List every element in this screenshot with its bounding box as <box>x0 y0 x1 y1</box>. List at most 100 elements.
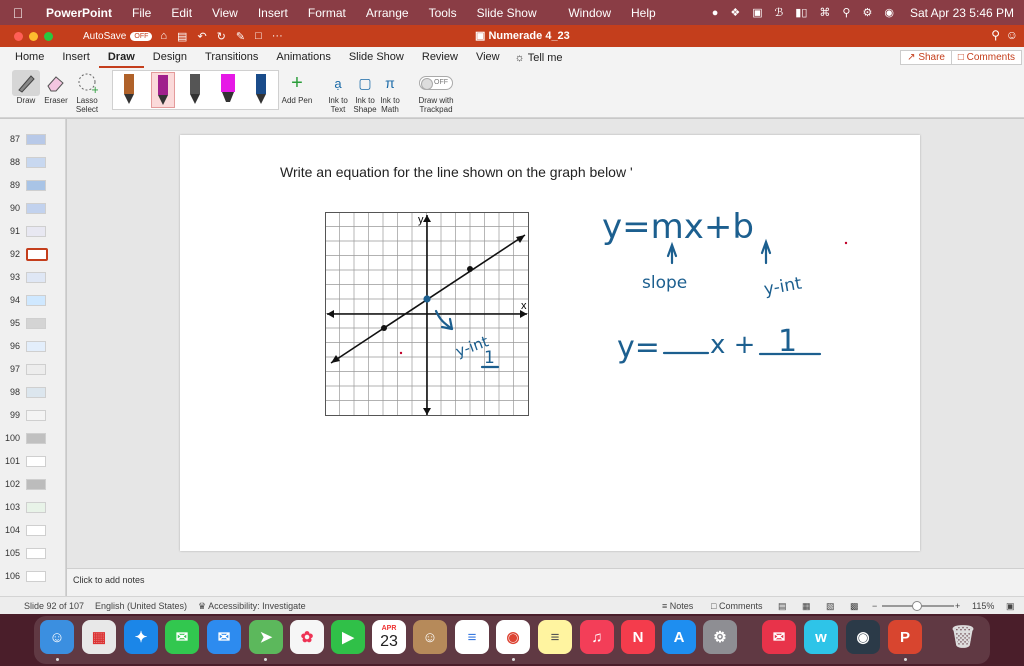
slide-thumbnail-97[interactable]: 97 <box>0 359 65 379</box>
slide-thumbnail-image[interactable] <box>26 524 46 536</box>
reading-view-icon[interactable]: ▧ <box>826 601 835 612</box>
tab-transitions[interactable]: Transitions <box>196 47 267 68</box>
slide-thumbnail-image[interactable] <box>26 202 46 214</box>
battery-icon[interactable]: ▮▯ <box>789 6 813 19</box>
slide-thumbnail-image[interactable] <box>26 478 46 490</box>
facetime-icon[interactable]: ▶ <box>331 620 365 654</box>
notes-toggle[interactable]: ≡ Notes <box>662 601 693 611</box>
record-icon[interactable]: ● <box>706 7 725 19</box>
screen-icon[interactable]: ▣ <box>746 6 768 19</box>
finder-icon[interactable]: ☺ <box>40 620 74 654</box>
zoom-out-button[interactable]: − <box>872 601 877 611</box>
title-search-icon[interactable]: ⚲ <box>991 28 1000 42</box>
slide-thumbnail-105[interactable]: 105 <box>0 543 65 563</box>
menu-slide-show[interactable]: Slide Show <box>467 6 547 20</box>
slide-thumbnail-91[interactable]: 91 <box>0 221 65 241</box>
new-doc-icon[interactable]: □ <box>255 30 262 43</box>
slide-thumbnail-104[interactable]: 104 <box>0 520 65 540</box>
system-preferences-icon[interactable]: ⚙ <box>703 620 737 654</box>
launchpad-icon[interactable]: ▦ <box>82 620 116 654</box>
preview-icon[interactable]: ◉ <box>846 620 880 654</box>
accessibility-status[interactable]: ♛ Accessibility: Investigate <box>198 601 306 612</box>
menubar-datetime[interactable]: Sat Apr 23 5:46 PM <box>900 6 1024 20</box>
mail-icon[interactable]: ✉ <box>207 620 241 654</box>
slide-thumbnail-96[interactable]: 96 <box>0 336 65 356</box>
add-pen-button[interactable]: + Add Pen <box>281 70 313 106</box>
powerpoint-icon[interactable]: P <box>888 620 922 654</box>
account-icon[interactable]: ☺ <box>1006 28 1018 42</box>
slide-thumbnail-image[interactable] <box>26 363 46 375</box>
menu-insert[interactable]: Insert <box>248 6 298 20</box>
slide-thumbnail-image[interactable] <box>26 133 46 145</box>
slide-thumbnail-image[interactable] <box>26 156 46 168</box>
ink-to-math-button[interactable]: π Ink to Math <box>379 70 401 114</box>
slideshow-view-icon[interactable]: ▩ <box>850 601 859 612</box>
tab-insert[interactable]: Insert <box>53 47 99 68</box>
slide-thumbnail-106[interactable]: 106 <box>0 566 65 586</box>
search-icon[interactable]: ⚲ <box>836 6 856 19</box>
close-window-button[interactable] <box>14 31 23 41</box>
slide-thumbnail-103[interactable]: 103 <box>0 497 65 517</box>
slide-thumbnail-image[interactable] <box>26 455 46 467</box>
menu-format[interactable]: Format <box>298 6 356 20</box>
draw-with-trackpad-toggle[interactable]: OFF Draw with Trackpad <box>417 70 455 114</box>
zoom-slider-knob[interactable] <box>912 601 922 611</box>
notes-pane[interactable]: Click to add notes <box>67 568 1024 596</box>
menu-window[interactable]: Window <box>558 6 621 20</box>
slide-thumbnail-image[interactable] <box>26 317 46 329</box>
tab-slide-show[interactable]: Slide Show <box>340 47 413 68</box>
tell-me-search[interactable]: ☼ Tell me <box>509 52 563 64</box>
bluetooth-icon[interactable]: ℬ <box>769 6 790 19</box>
slide-thumbnail-95[interactable]: 95 <box>0 313 65 333</box>
menu-app-name[interactable]: PowerPoint <box>36 6 122 20</box>
reminders-icon[interactable]: ≡ <box>455 620 489 654</box>
slide-thumbnail-image[interactable] <box>26 570 46 582</box>
autosave-toggle[interactable]: AutoSave OFF <box>83 31 153 42</box>
slide-thumbnail-101[interactable]: 101 <box>0 451 65 471</box>
calendar-icon[interactable]: APR 23 <box>372 620 406 654</box>
slide-thumbnail-image[interactable] <box>26 225 46 237</box>
tab-draw[interactable]: Draw <box>98 47 144 68</box>
web-app-icon[interactable]: w <box>804 620 838 654</box>
ink-to-shape-button[interactable]: ▢ Ink to Shape <box>352 70 378 115</box>
slide[interactable]: Write an equation for the line shown on … <box>180 135 920 551</box>
trash-icon[interactable]: 🗑 <box>946 620 980 654</box>
menu-edit[interactable]: Edit <box>161 6 202 20</box>
slide-thumbnail-102[interactable]: 102 <box>0 474 65 494</box>
notes-app-icon[interactable]: ≡ <box>538 620 572 654</box>
tab-home[interactable]: Home <box>6 47 53 68</box>
normal-view-icon[interactable]: ▤ <box>778 601 787 612</box>
music-icon[interactable]: ♫ <box>580 620 614 654</box>
email-app-icon[interactable]: ✉ <box>762 620 796 654</box>
slide-thumbnail-image[interactable] <box>26 247 48 261</box>
slide-thumbnail-88[interactable]: 88 <box>0 152 65 172</box>
slide-thumbnail-99[interactable]: 99 <box>0 405 65 425</box>
menu-arrange[interactable]: Arrange <box>356 6 419 20</box>
trackpad-toggle-switch[interactable]: OFF <box>419 76 453 90</box>
menu-tools[interactable]: Tools <box>419 6 467 20</box>
slide-thumbnail-image[interactable] <box>26 179 46 191</box>
slide-title[interactable]: Write an equation for the line shown on … <box>280 164 633 180</box>
slide-thumbnail-image[interactable] <box>26 547 46 559</box>
slide-thumbnail-93[interactable]: 93 <box>0 267 65 287</box>
language-status[interactable]: English (United States) <box>95 601 187 611</box>
fit-slide-icon[interactable]: ▣ <box>1006 601 1015 612</box>
menu-view[interactable]: View <box>202 6 248 20</box>
slide-thumbnail-98[interactable]: 98 <box>0 382 65 402</box>
slide-thumbnail-94[interactable]: 94 <box>0 290 65 310</box>
pen-blue[interactable] <box>250 72 274 108</box>
chrome-icon[interactable]: ◉ <box>496 620 530 654</box>
save-icon[interactable]: ▤ <box>177 30 187 43</box>
draw-tool-button[interactable]: Draw <box>12 70 40 105</box>
ink-annotations[interactable]: y=mx+b slope y-int y-int 1 y= x + 1 <box>180 135 920 551</box>
slide-thumbnail-92[interactable]: 92 <box>0 244 65 264</box>
edit-icon[interactable]: ✎ <box>236 30 245 43</box>
dropbox-icon[interactable]: ❖ <box>724 6 746 19</box>
slide-thumbnail-image[interactable] <box>26 409 46 421</box>
tab-view[interactable]: View <box>467 47 509 68</box>
slide-thumbnail-image[interactable] <box>26 340 46 352</box>
redo-icon[interactable]: ↻ <box>217 30 226 43</box>
comments-toggle[interactable]: □ Comments <box>711 601 762 611</box>
zoom-window-button[interactable] <box>44 31 53 41</box>
appstore-icon[interactable]: A <box>662 620 696 654</box>
